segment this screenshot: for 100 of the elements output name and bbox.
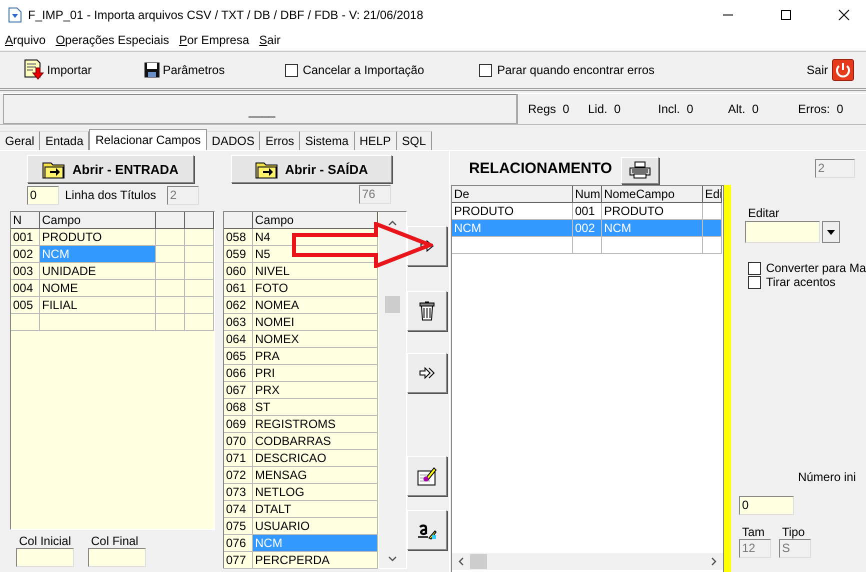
print-button[interactable] — [620, 156, 659, 184]
checkbox[interactable]: Parar quando encontrar erros — [479, 63, 655, 77]
table-cell — [156, 229, 185, 246]
col-start-field[interactable] — [16, 548, 74, 567]
table-cell: 004 — [11, 280, 40, 297]
table-cell[interactable]: DESCRICAO — [253, 450, 378, 467]
parameters-button[interactable]: Parâmetros — [144, 57, 225, 83]
scroll-up-icon[interactable] — [388, 220, 397, 226]
table-cell[interactable]: N4 — [253, 229, 378, 246]
column-header — [224, 212, 253, 229]
count-field: 2 — [815, 158, 855, 178]
table-cell[interactable]: PRI — [253, 365, 378, 382]
table-cell[interactable]: CODBARRAS — [253, 433, 378, 450]
table-cell: 072 — [224, 467, 253, 484]
table-cell[interactable]: PERCPERDA — [253, 552, 378, 569]
delete-button[interactable] — [407, 291, 447, 331]
counter: Erros: 0 — [798, 102, 844, 116]
eraser-icon — [417, 466, 437, 486]
table-cell — [185, 280, 214, 297]
menu-item[interactable]: Sair — [259, 33, 281, 47]
counter: Regs 0 — [528, 102, 570, 116]
exit-button[interactable]: Sair — [806, 57, 854, 83]
table-cell[interactable]: PRODUTO — [602, 203, 703, 220]
table-cell[interactable]: UNIDADE — [40, 263, 156, 280]
size-label: Tam — [740, 525, 765, 539]
vertical-scrollbar[interactable] — [379, 212, 406, 568]
table-cell: 001 — [11, 229, 40, 246]
scroll-thumb[interactable] — [385, 296, 400, 313]
title-line-field[interactable]: 0 — [27, 186, 59, 204]
scroll-thumb[interactable] — [470, 554, 487, 569]
horizontal-scrollbar[interactable] — [452, 553, 723, 570]
table-cell[interactable]: NOMEX — [253, 331, 378, 348]
type-label: Tipo — [780, 525, 805, 539]
table-cell: 059 — [224, 246, 253, 263]
table-cell: 005 — [11, 297, 40, 314]
close-icon[interactable] — [838, 9, 850, 21]
count-field: 76 — [359, 185, 391, 204]
table-cell[interactable]: ST — [253, 399, 378, 416]
table-cell: 068 — [224, 399, 253, 416]
table-cell: 060 — [224, 263, 253, 280]
col-end-field[interactable] — [88, 548, 146, 567]
tab[interactable]: HELP — [354, 131, 397, 150]
checkbox[interactable]: Converter para Ma — [748, 261, 866, 275]
table-cell[interactable]: PRA — [253, 348, 378, 365]
table-cell[interactable]: MENSAG — [253, 467, 378, 484]
trash-icon — [419, 301, 435, 321]
table-cell[interactable]: 001 — [572, 203, 602, 220]
tab[interactable]: Geral — [0, 131, 40, 150]
tab[interactable]: DADOS — [206, 131, 260, 150]
col-end-label: Col Final — [90, 534, 138, 548]
table-cell — [185, 246, 214, 263]
table-cell[interactable]: PRODUTO — [452, 203, 573, 220]
table-cell[interactable]: PRX — [253, 382, 378, 399]
start-number-field[interactable]: 0 — [738, 496, 794, 515]
menu-item[interactable]: Arquivo — [5, 33, 46, 47]
menu-item[interactable]: Operações Especiais — [56, 33, 170, 47]
table-cell — [185, 297, 214, 314]
table-cell: 075 — [224, 518, 253, 535]
column-header: Campo — [253, 212, 378, 229]
table-cell[interactable]: N5 — [253, 246, 378, 263]
add-all-button[interactable] — [407, 353, 447, 393]
checkbox[interactable]: Tirar acentos — [748, 275, 866, 289]
table-cell[interactable]: FILIAL — [40, 297, 156, 314]
tab[interactable]: SQL — [396, 131, 432, 150]
open-output-button[interactable]: Abrir - SAÍDA — [231, 155, 392, 183]
scroll-left-icon[interactable] — [458, 557, 464, 566]
clear-button[interactable] — [407, 456, 447, 496]
printer-icon — [628, 161, 651, 179]
table-cell[interactable]: NOMEA — [253, 297, 378, 314]
tab[interactable]: Relacionar Campos — [89, 129, 207, 150]
double-arrow-right-icon — [419, 367, 435, 379]
scroll-right-icon[interactable] — [710, 557, 717, 566]
table-cell[interactable]: NOMEI — [253, 314, 378, 331]
table-cell[interactable]: NOME — [40, 280, 156, 297]
table-cell[interactable]: DTALT — [253, 501, 378, 518]
table-cell — [185, 314, 214, 331]
table-cell[interactable]: NIVEL — [253, 263, 378, 280]
tab[interactable]: Erros — [260, 131, 300, 150]
menu-item[interactable]: Por Empresa — [179, 33, 250, 47]
column-header: Campo — [40, 212, 156, 229]
table-cell: 069 — [224, 416, 253, 433]
type-field: S — [778, 539, 811, 558]
tab[interactable]: Sistema — [300, 131, 354, 150]
table-cell: 061 — [224, 280, 253, 297]
table-cell[interactable]: NETLOG — [253, 484, 378, 501]
title-line-label: Linha dos Títulos — [65, 188, 158, 202]
counter: Alt. 0 — [728, 102, 760, 116]
table-cell — [185, 229, 214, 246]
checkbox[interactable]: Cancelar a Importação — [284, 63, 424, 77]
rename-button[interactable] — [407, 510, 447, 550]
size-field: 12 — [738, 539, 771, 558]
maximize-icon[interactable] — [780, 9, 792, 21]
table-cell[interactable]: FOTO — [253, 280, 378, 297]
app-icon — [8, 7, 22, 23]
scroll-down-icon[interactable] — [388, 556, 397, 562]
import-button[interactable]: Importar — [24, 57, 92, 83]
open-input-button[interactable]: Abrir - ENTRADA — [27, 155, 194, 183]
table-cell: 066 — [224, 365, 253, 382]
table-cell[interactable]: REGISTROMS — [253, 416, 378, 433]
table-cell — [702, 220, 722, 237]
